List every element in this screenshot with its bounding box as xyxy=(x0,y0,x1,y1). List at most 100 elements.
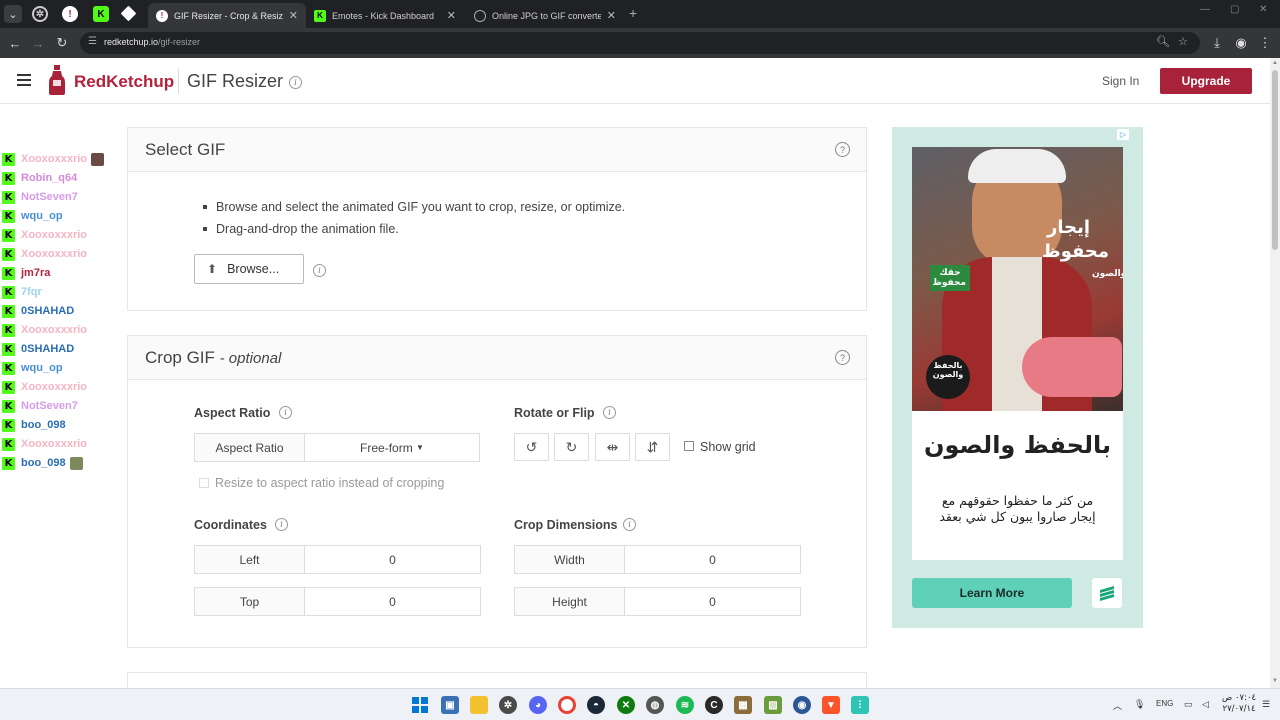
chat-username[interactable]: boo_098 xyxy=(21,419,66,431)
info-icon[interactable]: i xyxy=(623,518,636,531)
microphone-icon[interactable]: 🎙︎ xyxy=(1134,699,1145,710)
hamburger-menu-icon[interactable] xyxy=(17,74,31,86)
tab-kick-emotes[interactable]: K Emotes - Kick Dashboard ✕ xyxy=(306,3,464,28)
app-icon[interactable]: ◍ xyxy=(646,696,664,714)
back-icon[interactable]: ← xyxy=(6,34,24,52)
flip-vertical-icon[interactable]: ⇵ xyxy=(635,433,670,461)
brave-icon[interactable]: ▼ xyxy=(822,696,840,714)
volume-icon[interactable]: ◁ xyxy=(1202,699,1209,710)
upgrade-button[interactable]: Upgrade xyxy=(1160,68,1252,94)
scroll-up-icon[interactable]: ▲ xyxy=(1272,60,1278,66)
help-icon[interactable]: ? xyxy=(835,350,850,365)
download-icon[interactable]: ⤓ xyxy=(1208,34,1226,52)
close-window-icon[interactable]: ✕ xyxy=(1259,4,1267,15)
file-explorer-icon[interactable] xyxy=(470,696,488,714)
steam-icon[interactable]: ◓ xyxy=(587,696,605,714)
advertiser-logo-icon[interactable] xyxy=(1092,578,1122,608)
learn-more-button[interactable]: Learn More xyxy=(912,578,1072,608)
scrollbar-thumb[interactable] xyxy=(1272,70,1278,250)
ad-choices-icon[interactable]: ▷ xyxy=(1117,129,1129,140)
info-icon[interactable]: i xyxy=(279,406,292,419)
chat-username[interactable]: Xooxoxxxrio xyxy=(21,324,87,336)
vpn-icon[interactable]: ◉ xyxy=(793,696,811,714)
close-tab-icon[interactable]: ✕ xyxy=(289,9,298,22)
advertisement[interactable]: ▷ إيجار محفوظ والصون حقك محفوظ بالحفظ وا… xyxy=(892,127,1143,628)
reload-icon[interactable]: ↻ xyxy=(53,34,71,52)
chrome-icon[interactable] xyxy=(558,696,576,714)
flip-horizontal-icon[interactable]: ⇹ xyxy=(595,433,630,461)
height-input[interactable]: 0 xyxy=(625,588,800,615)
left-coordinate-field[interactable]: Left 0 xyxy=(194,545,481,574)
tab-gif-resizer[interactable]: ! GIF Resizer - Crop & Resize Ani ✕ xyxy=(148,3,306,28)
clock[interactable]: ٠٧:٠٤ ص ٢٧/٠٧/١٤ xyxy=(1222,693,1256,715)
chat-username[interactable]: 7fqr xyxy=(21,286,42,298)
site-info-icon[interactable]: ☰ xyxy=(88,36,97,47)
chat-username[interactable]: NotSeven7 xyxy=(21,191,78,203)
profile-icon[interactable]: ◉ xyxy=(1232,34,1250,52)
rotate-left-icon[interactable]: ↺ xyxy=(514,433,549,461)
width-input[interactable]: 0 xyxy=(625,546,800,573)
tray-chevron-icon[interactable]: ︿ xyxy=(1113,699,1122,712)
zoom-icon[interactable]: 🔍︎ xyxy=(1156,35,1170,48)
chat-username[interactable]: wqu_op xyxy=(21,362,63,374)
chat-username[interactable]: Xooxoxxxrio xyxy=(21,438,87,450)
info-icon[interactable]: i xyxy=(603,406,616,419)
top-input[interactable]: 0 xyxy=(305,588,480,615)
chat-username[interactable]: Xooxoxxxrio xyxy=(21,153,87,165)
show-grid-checkbox[interactable] xyxy=(684,441,694,451)
chat-username[interactable]: 0SHAHAD xyxy=(21,305,74,317)
height-field[interactable]: Height 0 xyxy=(514,587,801,616)
chat-username[interactable]: Robin_q64 xyxy=(21,172,77,184)
sign-in-link[interactable]: Sign In xyxy=(1102,74,1139,88)
bookmark-star-icon[interactable]: ☆ xyxy=(1178,35,1188,48)
scroll-down-icon[interactable]: ▼ xyxy=(1272,678,1278,684)
settings-gear-icon[interactable]: ✲ xyxy=(499,696,517,714)
pinned-tab-settings-icon[interactable]: ✲ xyxy=(32,6,48,22)
chat-username[interactable]: wqu_op xyxy=(21,210,63,222)
language-indicator[interactable]: ENG xyxy=(1156,699,1173,708)
chat-username[interactable]: 0SHAHAD xyxy=(21,343,74,355)
pinned-tab-redketchup-icon[interactable]: ! xyxy=(62,6,78,22)
new-tab-icon[interactable]: + xyxy=(629,5,637,21)
discord-icon[interactable]: ◕ xyxy=(529,696,547,714)
rotate-right-icon[interactable]: ↻ xyxy=(554,433,589,461)
close-tab-icon[interactable]: ✕ xyxy=(607,9,616,22)
pinned-tab-kick-icon[interactable]: K xyxy=(93,6,109,22)
capcut-icon[interactable]: C xyxy=(705,696,723,714)
spotify-icon[interactable]: ≋ xyxy=(676,696,694,714)
resize-aspect-checkbox[interactable] xyxy=(199,478,209,488)
aspect-ratio-value[interactable]: Free-form ▼ xyxy=(305,434,479,461)
maximize-icon[interactable]: ▢ xyxy=(1230,4,1239,15)
chat-username[interactable]: Xooxoxxxrio xyxy=(21,229,87,241)
menu-kebab-icon[interactable]: ⋮ xyxy=(1256,34,1274,52)
chat-username[interactable]: NotSeven7 xyxy=(21,400,78,412)
aspect-ratio-select[interactable]: Aspect Ratio Free-form ▼ xyxy=(194,433,480,462)
photo-app-icon[interactable]: ▦ xyxy=(734,696,752,714)
xbox-icon[interactable]: ✕ xyxy=(617,696,635,714)
network-icon[interactable]: ▭ xyxy=(1184,699,1193,710)
chat-username[interactable]: Xooxoxxxrio xyxy=(21,248,87,260)
audio-app-icon[interactable]: ⫶ xyxy=(851,696,869,714)
info-icon[interactable]: i xyxy=(289,76,302,89)
page-scrollbar[interactable]: ▲ ▼ xyxy=(1270,58,1280,688)
close-tab-icon[interactable]: ✕ xyxy=(447,9,456,22)
left-input[interactable]: 0 xyxy=(305,546,480,573)
info-icon[interactable]: i xyxy=(313,264,326,277)
ketchup-bottle-logo-icon[interactable] xyxy=(49,65,65,95)
width-field[interactable]: Width 0 xyxy=(514,545,801,574)
tab-jpg-to-gif[interactable]: Online JPG to GIF converter ✕ xyxy=(466,3,624,28)
info-icon[interactable]: i xyxy=(275,518,288,531)
store-icon[interactable]: ▣ xyxy=(441,696,459,714)
ad-photo[interactable]: إيجار محفوظ والصون حقك محفوظ بالحفظ والص… xyxy=(912,147,1123,411)
minimize-icon[interactable]: — xyxy=(1200,4,1210,15)
chat-username[interactable]: boo_098 xyxy=(21,457,66,469)
chat-username[interactable]: jm7ra xyxy=(21,267,50,279)
image-viewer-icon[interactable]: ▨ xyxy=(764,696,782,714)
pinned-tab-app-icon[interactable] xyxy=(120,5,137,22)
notifications-icon[interactable]: ☰ xyxy=(1262,699,1270,710)
address-bar[interactable]: ☰ redketchup.io/gif-resizer 🔍︎ ☆ xyxy=(80,32,1200,54)
forward-icon[interactable]: → xyxy=(29,34,47,52)
chat-username[interactable]: Xooxoxxxrio xyxy=(21,381,87,393)
help-icon[interactable]: ? xyxy=(835,142,850,157)
top-coordinate-field[interactable]: Top 0 xyxy=(194,587,481,616)
